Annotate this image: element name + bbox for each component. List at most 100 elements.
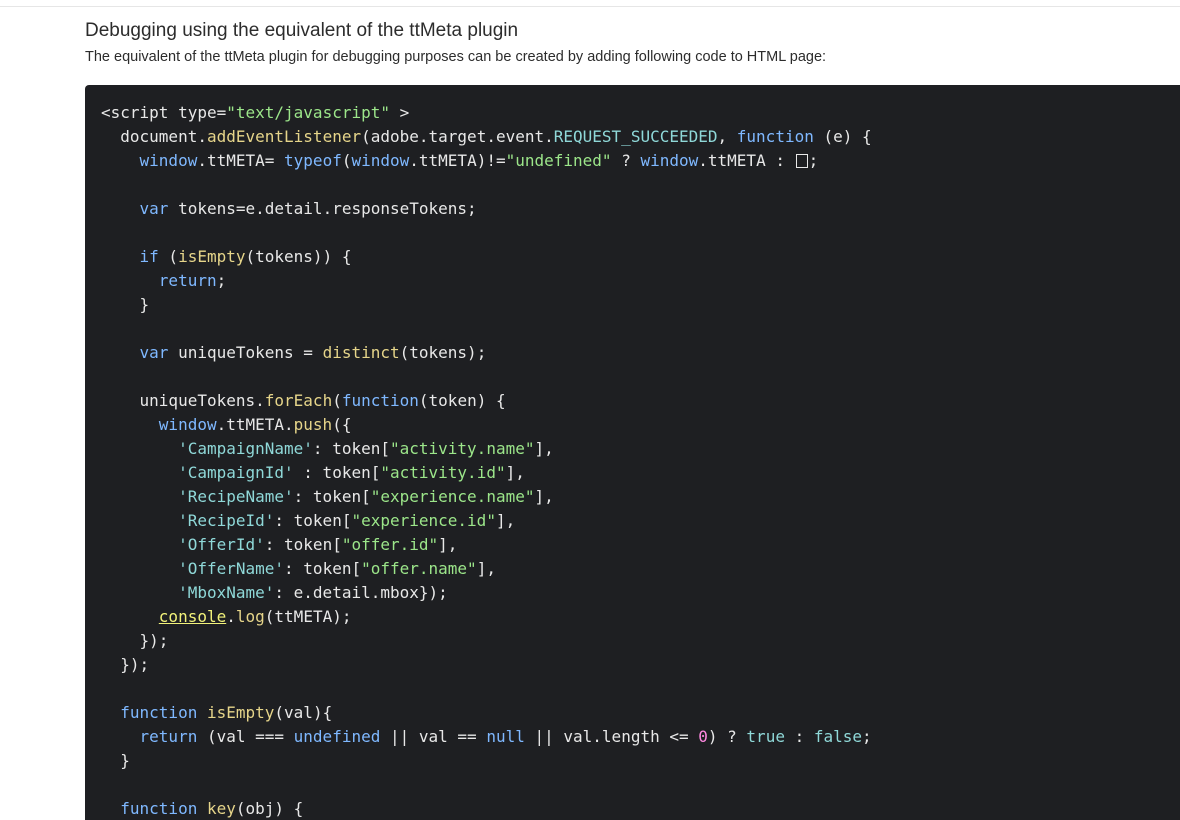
code-token: var <box>139 343 169 362</box>
code-token: window <box>351 151 410 170</box>
code-line: 'CampaignName': token["activity.name"], <box>101 437 872 461</box>
code-block[interactable]: <script type="text/javascript" > documen… <box>85 85 1180 820</box>
code-token: typeof <box>284 151 342 170</box>
code-token: window <box>640 151 699 170</box>
code-line: var uniqueTokens = distinct(tokens); <box>101 341 872 365</box>
code-line: } <box>101 749 872 773</box>
code-token: log <box>235 607 265 626</box>
code-token: "text/javascript" <box>226 103 390 122</box>
code-line: <script type="text/javascript" > <box>101 101 872 125</box>
code-token: function <box>120 799 198 818</box>
code-token: : e.detail.mbox}); <box>274 583 448 602</box>
code-token: function <box>120 703 198 722</box>
code-token: 'CampaignName' <box>178 439 313 458</box>
code-token: false <box>813 727 863 746</box>
code-line: console.log(ttMETA); <box>101 605 872 629</box>
code-token: ], <box>495 511 516 530</box>
code-token: } <box>101 295 150 314</box>
code-line: return (val === undefined || val == null… <box>101 725 872 749</box>
code-token: . <box>226 607 236 626</box>
code-token: function <box>341 391 419 410</box>
code-token: ], <box>534 439 554 458</box>
code-token: : token[ <box>312 439 390 458</box>
code-token: (token) { <box>418 391 506 410</box>
code-lines: <script type="text/javascript" > documen… <box>101 101 872 820</box>
code-token: ; <box>862 727 872 746</box>
code-line: var tokens=e.detail.responseTokens; <box>101 197 872 221</box>
code-token: uniqueTokens. <box>101 391 265 410</box>
code-token: if <box>139 247 159 266</box>
code-token: var <box>139 199 169 218</box>
code-line: function isEmpty(val){ <box>101 701 872 725</box>
code-token: REQUEST_SUCCEEDED <box>553 127 718 146</box>
code-token: (e) { <box>813 127 872 146</box>
code-token: 0 <box>698 727 708 746</box>
page: Debugging using the equivalent of the tt… <box>0 0 1180 820</box>
code-token: }); <box>101 631 169 650</box>
code-token: (tokens); <box>399 343 487 362</box>
code-token: true <box>746 727 785 746</box>
code-token: (obj) { <box>235 799 304 818</box>
code-token: : <box>784 727 814 746</box>
code-token: .ttMETA : <box>698 151 795 170</box>
code-token: .ttMETA)!= <box>409 151 506 170</box>
code-token: } <box>101 751 130 770</box>
code-line: } <box>101 293 872 317</box>
code-token: "experience.name" <box>370 487 535 506</box>
code-token: <script type= <box>101 103 227 122</box>
code-token: , <box>717 127 737 146</box>
code-token: ], <box>476 559 496 578</box>
code-token: isEmpty <box>206 703 275 722</box>
code-token: push <box>293 415 333 434</box>
code-token: uniqueTokens = <box>168 343 323 362</box>
code-token: ; <box>216 271 227 290</box>
code-token: (tokens)) { <box>245 247 352 266</box>
code-token: 'RecipeName' <box>178 487 294 506</box>
code-token: "experience.id" <box>351 511 496 530</box>
code-token: (val === <box>197 727 294 746</box>
code-token: ; <box>808 151 819 170</box>
code-token: (val){ <box>274 703 333 722</box>
code-token: ], <box>534 487 554 506</box>
code-token: 'OfferName' <box>178 559 285 578</box>
code-token: : token[ <box>293 487 371 506</box>
code-token: document. <box>101 127 207 146</box>
section-heading: Debugging using the equivalent of the tt… <box>85 20 519 41</box>
code-token: (adobe.target.event. <box>361 127 554 146</box>
code-token: ? <box>611 151 641 170</box>
code-token: "offer.name" <box>361 559 477 578</box>
code-token: .ttMETA. <box>216 415 294 434</box>
code-line: function key(obj) { <box>101 797 872 820</box>
code-token: "undefined" <box>505 151 612 170</box>
code-token: return <box>139 727 198 746</box>
code-token: window <box>139 151 198 170</box>
code-token: ], <box>438 535 458 554</box>
code-token: forEach <box>264 391 333 410</box>
code-token: : token[ <box>293 463 381 482</box>
code-token: key <box>206 799 236 818</box>
code-line: if (isEmpty(tokens)) { <box>101 245 872 269</box>
code-token: isEmpty <box>178 247 246 266</box>
code-token: : token[ <box>274 511 352 530</box>
code-token: "activity.id" <box>380 463 506 482</box>
top-divider <box>0 6 1180 7</box>
code-token: || val.length <= <box>524 727 699 746</box>
code-token: (ttMETA); <box>264 607 352 626</box>
